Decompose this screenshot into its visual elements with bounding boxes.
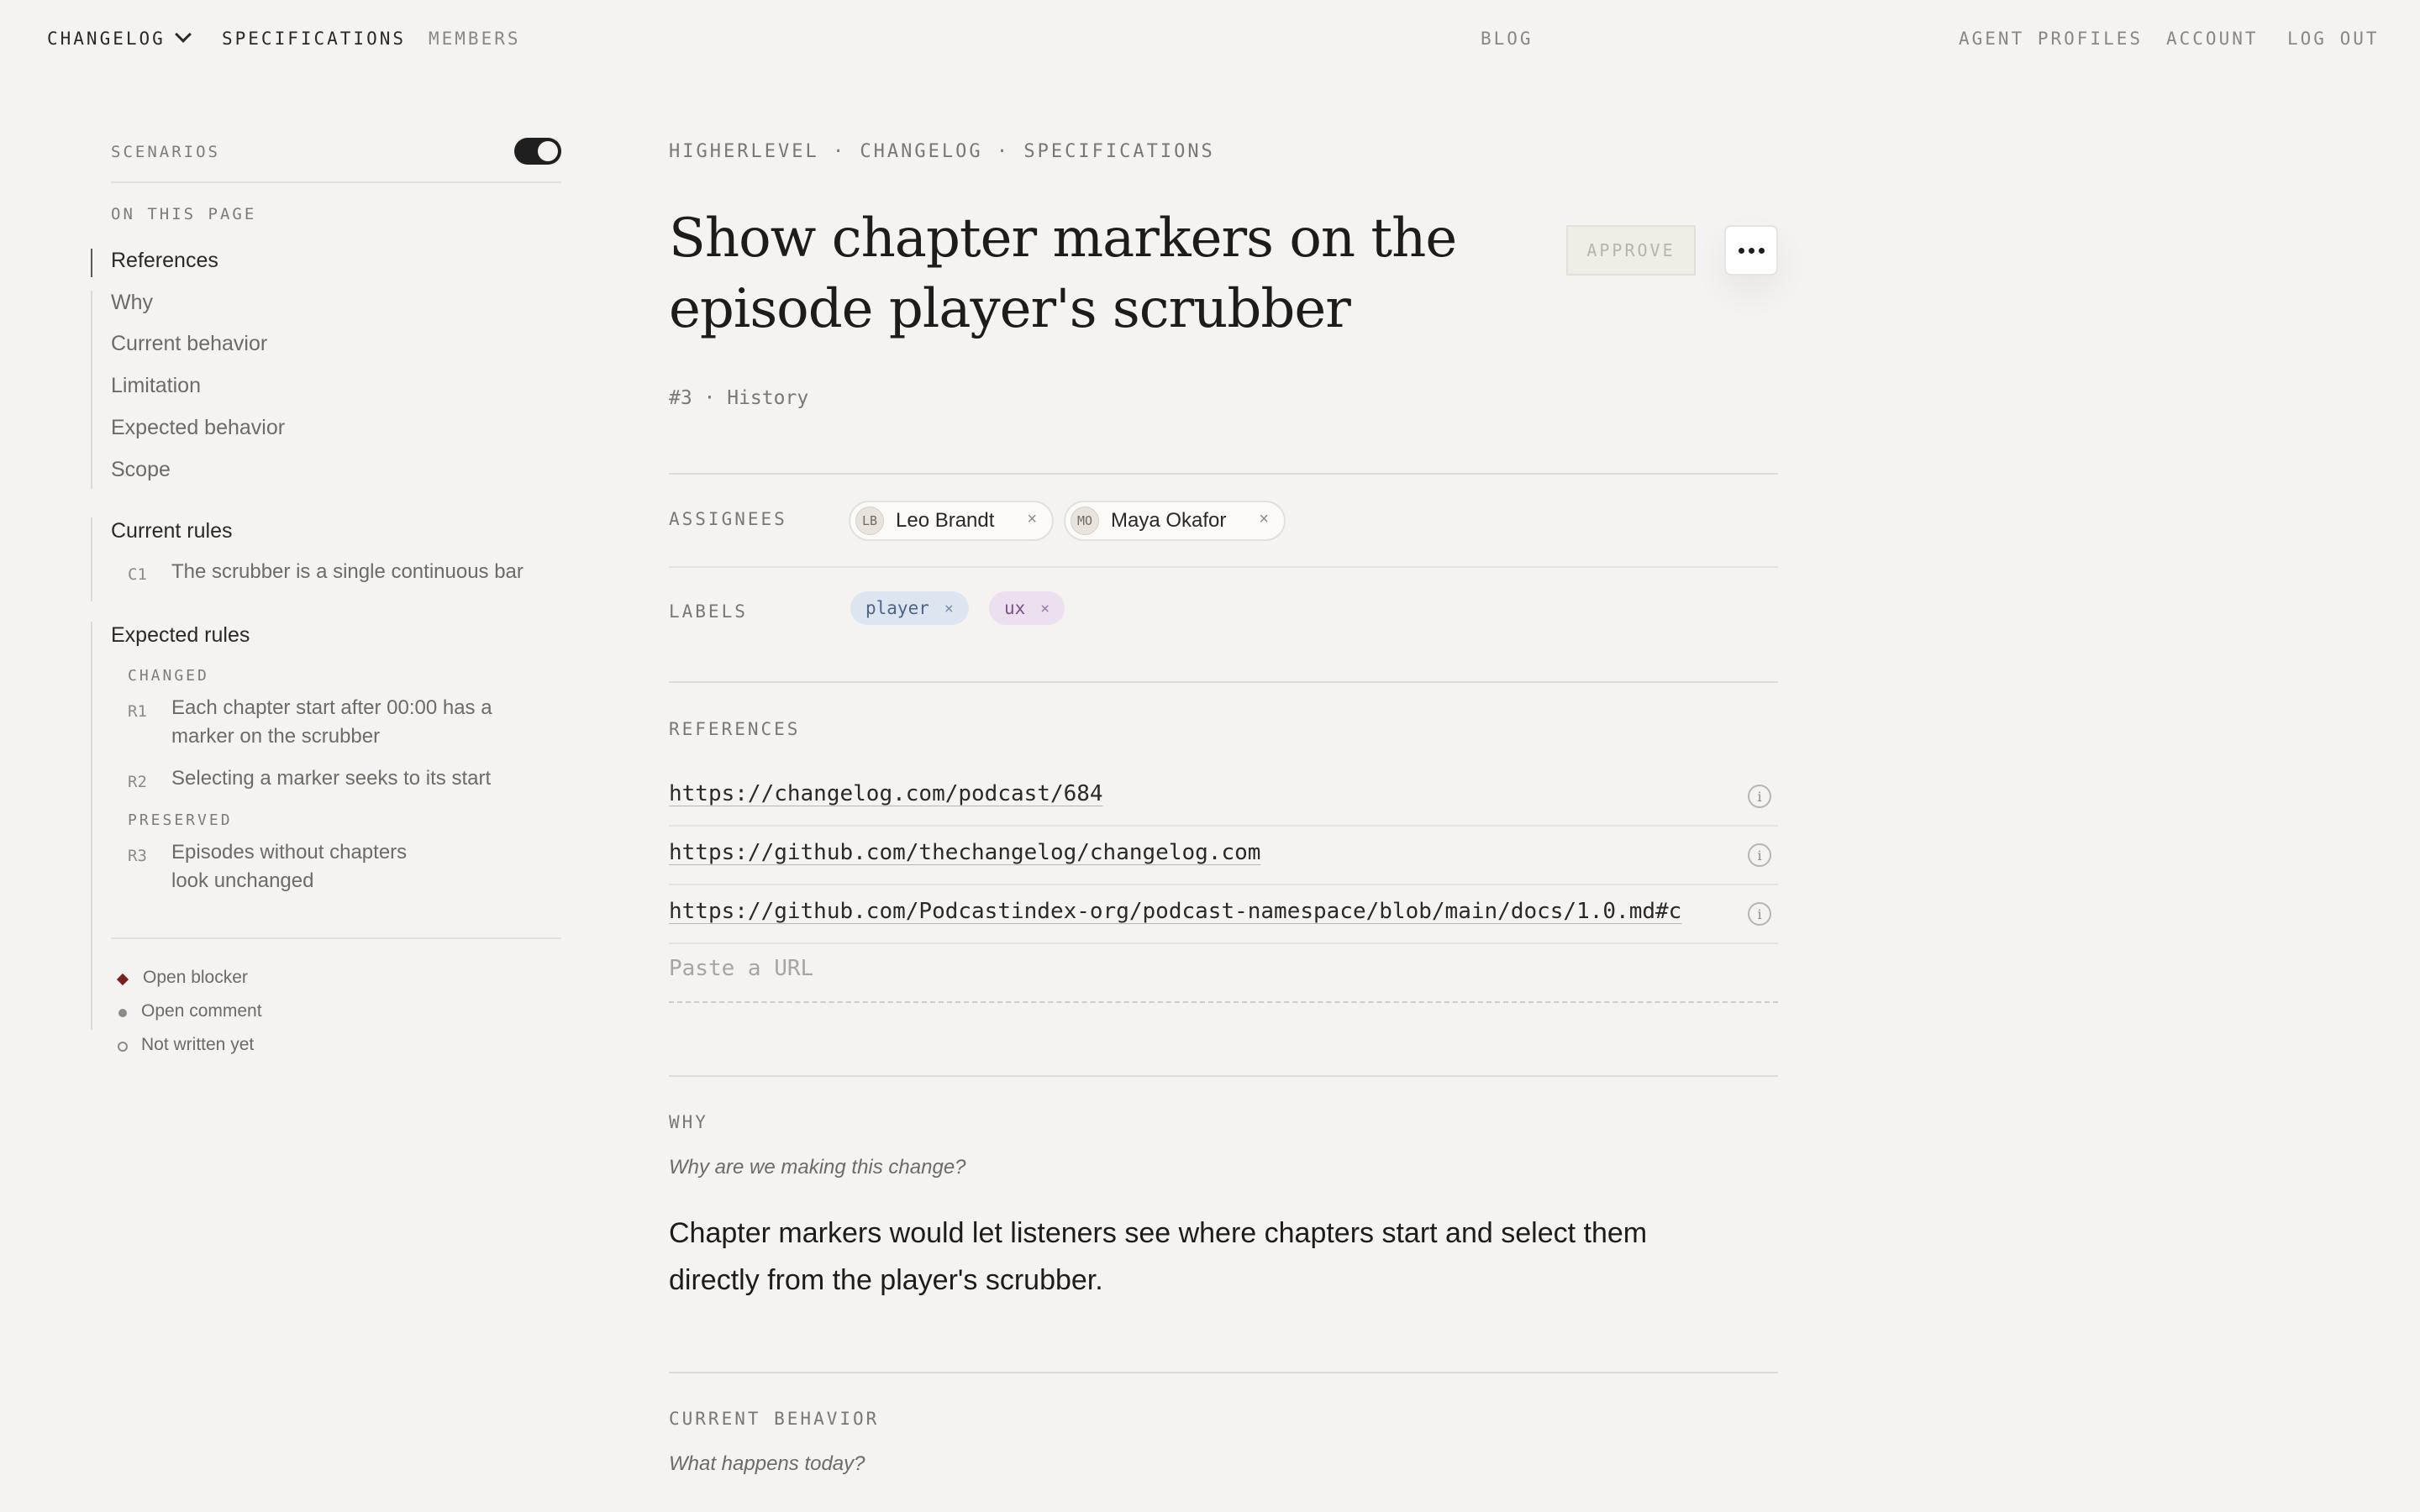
legend-open-comment: Open comment: [111, 1001, 262, 1021]
preserved-label: PRESERVED: [128, 811, 233, 829]
reference-row: https://changelog.com/podcast/684 i: [669, 768, 1778, 827]
rule-c1[interactable]: The scrubber is a single continuous bar: [171, 558, 558, 586]
toc-why[interactable]: Why: [111, 291, 153, 315]
nav-agent-profiles[interactable]: AGENT PROFILES: [1959, 29, 2143, 49]
toc-track: [91, 291, 92, 489]
sidebar-divider: [111, 181, 561, 183]
remove-icon[interactable]: ×: [1259, 510, 1269, 529]
scenarios-label: SCENARIOS: [111, 143, 220, 161]
nav-members[interactable]: MEMBERS: [429, 29, 521, 49]
rule-code-c1: C1: [128, 565, 147, 584]
more-options-button[interactable]: [1724, 225, 1778, 276]
toc-expected-behavior[interactable]: Expected behavior: [111, 416, 285, 440]
info-icon[interactable]: i: [1748, 902, 1771, 926]
top-nav: CHANGELOG SPECIFICATIONS MEMBERS BLOG AG…: [0, 0, 2420, 81]
legend-not-written-label: Not written yet: [141, 1035, 255, 1054]
chevron-down-icon: [174, 26, 192, 43]
toc-active-indicator: [91, 249, 92, 277]
toc-references[interactable]: References: [111, 249, 218, 273]
filled-dot-icon: [118, 1009, 127, 1017]
nav-changelog-dropdown[interactable]: CHANGELOG: [47, 26, 192, 49]
nav-log-out[interactable]: LOG OUT: [2287, 29, 2380, 49]
rule-r1[interactable]: Each chapter start after 00:00 has a mar…: [171, 694, 558, 751]
divider: [669, 681, 1778, 683]
legend-not-written: Not written yet: [111, 1035, 254, 1055]
legend-divider: [111, 937, 561, 939]
reference-row: https://github.com/Podcastindex-org/podc…: [669, 885, 1778, 944]
rule-code-r3: R3: [128, 847, 147, 865]
spec-meta[interactable]: #3 · History: [669, 387, 808, 409]
info-icon[interactable]: i: [1748, 785, 1771, 808]
divider: [669, 1372, 1778, 1373]
reference-link[interactable]: https://github.com/thechangelog/changelo…: [669, 840, 1711, 865]
divider: [669, 1075, 1778, 1077]
remove-icon[interactable]: ×: [944, 600, 954, 617]
assignee-chip-leo[interactable]: LB Leo Brandt ×: [849, 501, 1054, 541]
more-dot-icon: [1758, 247, 1765, 254]
expected-rules-heading[interactable]: Expected rules: [111, 623, 250, 648]
nav-account[interactable]: ACCOUNT: [2166, 29, 2259, 49]
paste-url-input[interactable]: [669, 956, 1761, 981]
assignee-name: Maya Okafor: [1111, 509, 1227, 532]
toc-current-behavior[interactable]: Current behavior: [111, 332, 267, 356]
scenarios-toggle[interactable]: [514, 138, 561, 165]
rule-r2[interactable]: Selecting a marker seeks to its start: [171, 764, 558, 793]
rule-code-r2: R2: [128, 773, 147, 791]
current-behavior-heading: CURRENT BEHAVIOR: [669, 1409, 880, 1429]
legend-open-blocker-label: Open blocker: [143, 968, 248, 987]
on-this-page-label: ON THIS PAGE: [111, 205, 257, 223]
diamond-icon: [116, 973, 129, 986]
legend-open-comment-label: Open comment: [141, 1001, 262, 1021]
label-tag-ux[interactable]: ux ×: [989, 591, 1065, 625]
current-rules-track: [91, 517, 92, 601]
avatar: LB: [855, 507, 884, 535]
info-icon[interactable]: i: [1748, 843, 1771, 867]
remove-icon[interactable]: ×: [1027, 510, 1037, 529]
reference-link[interactable]: https://changelog.com/podcast/684: [669, 781, 1711, 806]
avatar: MO: [1071, 507, 1099, 535]
label-tag-player[interactable]: player ×: [850, 591, 969, 625]
rule-code-r1: R1: [128, 702, 147, 721]
toggle-knob: [538, 141, 558, 161]
why-heading: WHY: [669, 1112, 708, 1132]
labels-label: LABELS: [669, 601, 748, 622]
assignees-label: ASSIGNEES: [669, 509, 787, 529]
page-title: Show chapter markers on the episode play…: [669, 207, 1457, 340]
assignee-name: Leo Brandt: [896, 509, 995, 532]
more-dot-icon: [1738, 247, 1744, 254]
nav-specifications[interactable]: SPECIFICATIONS: [222, 29, 406, 49]
more-dot-icon: [1748, 247, 1754, 254]
nav-blog[interactable]: BLOG: [1481, 29, 1534, 49]
label-tag-text: player: [865, 598, 929, 618]
divider: [669, 473, 1778, 475]
toc-scope[interactable]: Scope: [111, 458, 171, 482]
legend-open-blocker: Open blocker: [111, 968, 248, 988]
label-tag-text: ux: [1004, 598, 1026, 618]
reference-row: https://github.com/thechangelog/changelo…: [669, 827, 1778, 885]
nav-changelog-label: CHANGELOG: [47, 29, 166, 49]
paste-url-field[interactable]: [669, 944, 1778, 1003]
reference-link[interactable]: https://github.com/Podcastindex-org/podc…: [669, 899, 1707, 924]
why-prompt: Why are we making this change?: [669, 1156, 966, 1179]
divider: [669, 566, 1778, 568]
references-heading: REFERENCES: [669, 719, 801, 739]
current-rules-heading[interactable]: Current rules: [111, 519, 233, 543]
rule-r3[interactable]: Episodes without chapters look unchanged: [171, 838, 440, 895]
changed-label: CHANGED: [128, 667, 209, 685]
assignee-chip-maya[interactable]: MO Maya Okafor ×: [1064, 501, 1286, 541]
breadcrumb[interactable]: HIGHERLEVEL · CHANGELOG · SPECIFICATIONS: [669, 141, 1215, 162]
remove-icon[interactable]: ×: [1040, 600, 1050, 617]
current-behavior-prompt: What happens today?: [669, 1452, 865, 1475]
expected-rules-track: [91, 622, 92, 1030]
approve-button[interactable]: APPROVE: [1566, 225, 1696, 276]
why-body[interactable]: Chapter markers would let listeners see …: [669, 1210, 1711, 1304]
toc-limitation[interactable]: Limitation: [111, 374, 201, 398]
hollow-dot-icon: [118, 1042, 128, 1052]
